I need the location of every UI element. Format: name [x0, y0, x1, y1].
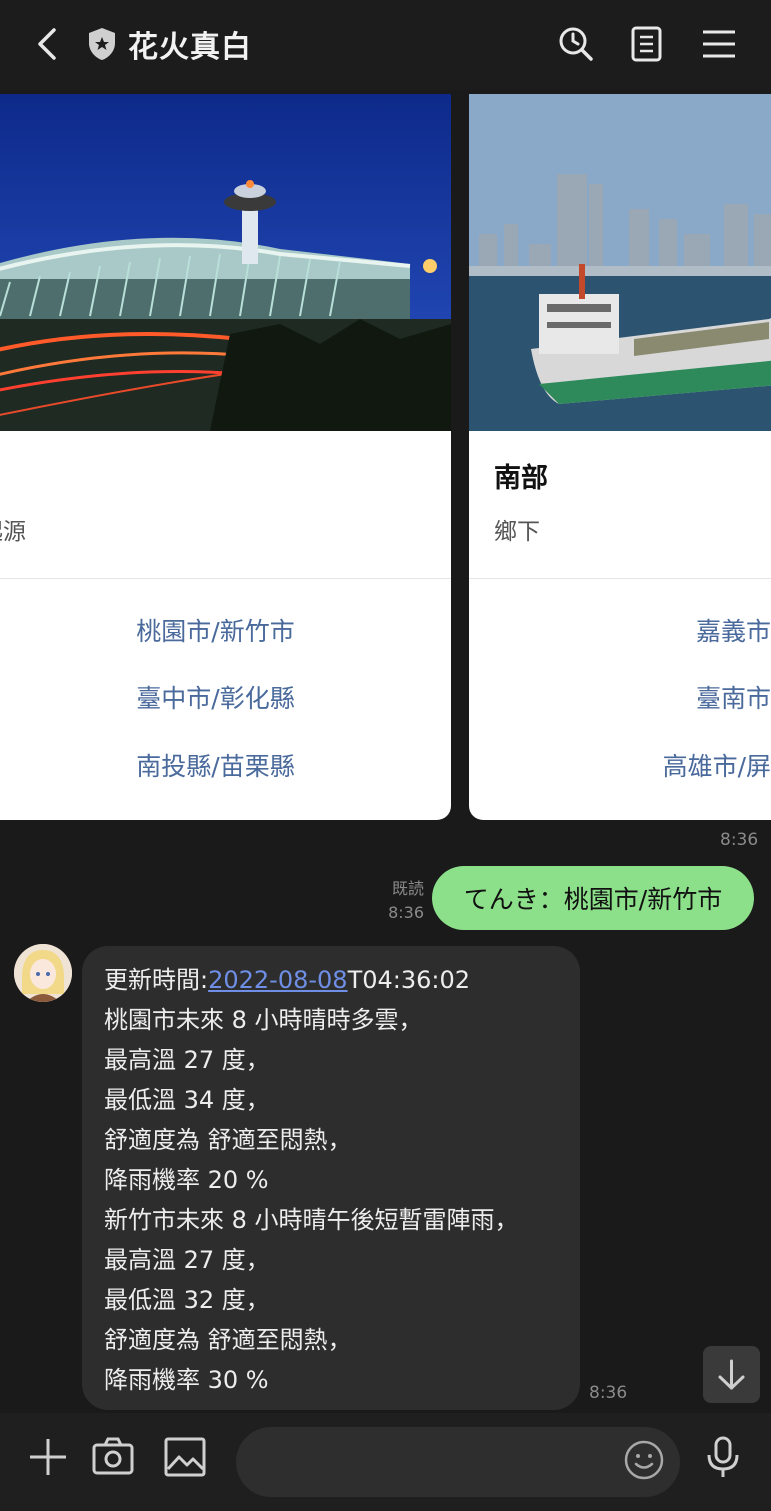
back-icon[interactable]	[30, 24, 66, 64]
outgoing-time: 8:36	[388, 903, 424, 922]
scroll-to-bottom-button[interactable]	[703, 1346, 760, 1403]
message-line: 降雨機率 20 %	[104, 1166, 269, 1194]
card-subtitle: 鄉下	[494, 519, 540, 545]
message-line: 降雨機率 30 %	[104, 1366, 269, 1394]
message-line: 新竹市未來 8 小時晴午後短暫雷陣雨，	[104, 1206, 519, 1234]
outgoing-message-text: てんき：桃園市/新竹市	[463, 885, 723, 914]
message-line: 最低溫 32 度，	[104, 1286, 270, 1314]
camera-icon[interactable]	[91, 1435, 135, 1479]
carousel-timestamp: 8:36	[720, 830, 759, 850]
message-line: 舒適度為 舒適至悶熱，	[104, 1126, 352, 1154]
message-line: 桃園市未來 8 小時晴時多雲，	[104, 1006, 423, 1034]
card-divider	[469, 578, 771, 579]
chat-title: 花火真白	[128, 30, 252, 65]
message-line: 最高溫 27 度，	[104, 1246, 270, 1274]
action-nantou-miaoli[interactable]: 南投縣/苗栗縣	[0, 747, 451, 783]
microphone-icon[interactable]	[701, 1435, 745, 1479]
read-label: 既読	[391, 879, 424, 898]
update-time: T04:36:02	[347, 966, 471, 994]
carousel-card-airport[interactable]: 起源 桃園市/新竹市 臺中市/彰化縣 南投縣/苗栗縣	[0, 94, 451, 820]
action-taoyuan-hsinchu[interactable]: 桃園市/新竹市	[0, 612, 451, 648]
airport-photo	[0, 94, 451, 431]
update-date-link[interactable]: 2022-08-08	[208, 966, 347, 994]
card-title: 南部	[494, 463, 548, 494]
outgoing-message-bubble[interactable]: てんき：桃園市/新竹市	[432, 866, 754, 930]
chat-header: 花火真白	[0, 0, 771, 90]
harbor-photo	[469, 94, 771, 431]
card-subtitle: 起源	[0, 519, 26, 545]
action-tainan[interactable]: 臺南市	[696, 679, 771, 715]
plus-icon[interactable]	[26, 1435, 70, 1479]
emoji-icon[interactable]	[623, 1439, 665, 1481]
read-status: 既読 8:36	[386, 877, 424, 925]
menu-icon[interactable]	[699, 24, 739, 64]
incoming-message-bubble[interactable]: 更新時間:2022-08-08T04:36:02 桃園市未來 8 小時晴時多雲，…	[82, 946, 580, 1410]
message-line: 最低溫 34 度，	[104, 1086, 270, 1114]
avatar-image	[14, 944, 72, 1002]
notes-icon[interactable]	[627, 24, 667, 64]
carousel-card-south[interactable]: 南部 鄉下 嘉義市 臺南市 高雄市/屏	[469, 94, 771, 820]
update-time-line: 更新時間:2022-08-08T04:36:02	[104, 960, 519, 1000]
action-kaohsiung-pingtung[interactable]: 高雄市/屏	[663, 747, 771, 783]
action-chiayi[interactable]: 嘉義市	[696, 612, 771, 648]
search-history-icon[interactable]	[556, 24, 596, 64]
arrow-down-icon	[718, 1359, 745, 1390]
card-divider	[0, 578, 451, 579]
action-taichung-changhua[interactable]: 臺中市/彰化縣	[0, 679, 451, 715]
flex-carousel[interactable]: 起源 桃園市/新竹市 臺中市/彰化縣 南投縣/苗栗縣	[0, 94, 771, 824]
shield-icon	[89, 28, 115, 60]
message-input[interactable]	[236, 1427, 680, 1497]
composer-bar	[0, 1413, 771, 1511]
message-line: 最高溫 27 度，	[104, 1046, 270, 1074]
avatar[interactable]	[14, 944, 72, 1002]
incoming-time: 8:36	[589, 1383, 628, 1403]
message-line: 舒適度為 舒適至悶熱，	[104, 1326, 352, 1354]
image-icon[interactable]	[163, 1435, 207, 1479]
update-label: 更新時間:	[104, 966, 209, 994]
